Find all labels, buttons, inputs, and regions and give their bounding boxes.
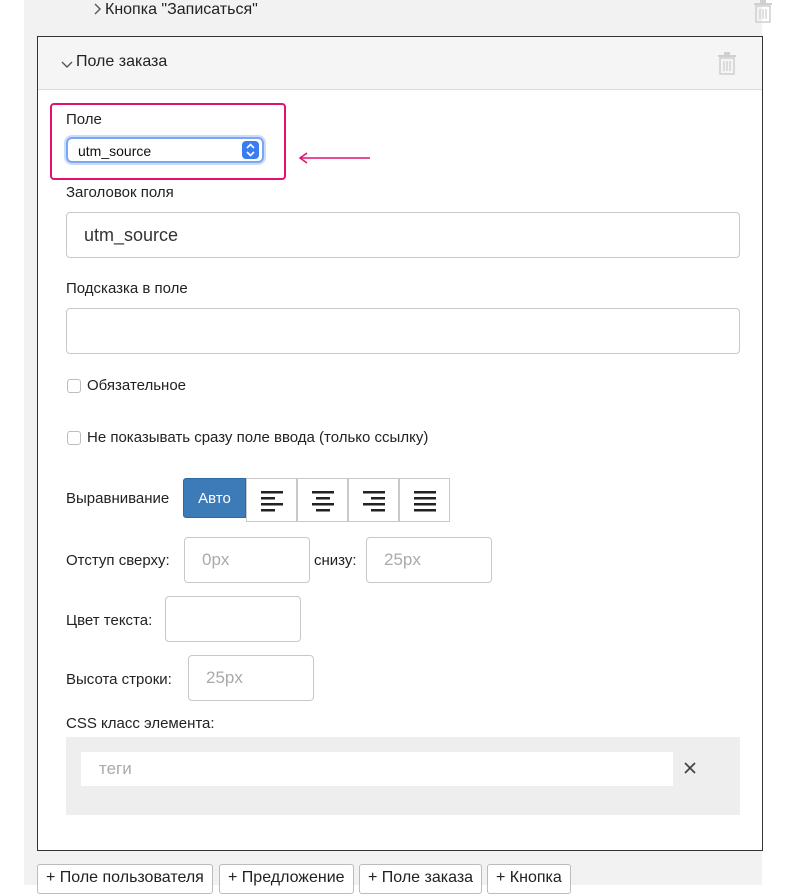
panel-title: Поле заказа: [76, 53, 168, 70]
add-user-field-button[interactable]: + Поле пользователя: [37, 864, 213, 894]
css-class-tags-input[interactable]: теги: [81, 752, 673, 786]
tags-placeholder: теги: [99, 759, 132, 778]
line-height-placeholder: 25px: [206, 668, 243, 687]
align-auto-button[interactable]: Авто: [183, 478, 246, 518]
hide-input-checkbox[interactable]: [67, 431, 81, 445]
order-field-panel: Поле заказа Поле utm_source Заголовок по…: [37, 36, 763, 851]
alignment-label: Выравнивание: [66, 490, 170, 507]
margin-top-input[interactable]: 0px: [184, 537, 310, 583]
add-button-button[interactable]: + Кнопка: [487, 864, 571, 894]
panel-header[interactable]: Поле заказа: [38, 37, 762, 90]
field-select-value: utm_source: [78, 143, 152, 159]
trash-icon[interactable]: [717, 52, 737, 81]
required-label: Обязательное: [87, 377, 187, 394]
required-checkbox[interactable]: [67, 379, 81, 393]
css-class-label: CSS класс элемента:: [66, 715, 215, 732]
text-color-input[interactable]: [165, 596, 301, 642]
margin-bottom-input[interactable]: 25px: [366, 537, 492, 583]
collapsed-section-title: Кнопка "Записаться": [105, 1, 258, 18]
align-justify-icon: [414, 490, 438, 517]
pointer-arrow-icon: [298, 151, 372, 169]
align-left-icon: [261, 490, 285, 517]
line-height-input[interactable]: 25px: [188, 655, 314, 701]
margin-bottom-label: снизу:: [314, 552, 357, 569]
css-class-tags-box: теги: [66, 737, 740, 815]
field-title-value: utm_source: [84, 225, 179, 245]
align-center-icon: [312, 490, 336, 517]
collapsed-section-header[interactable]: Кнопка "Записаться": [37, 0, 772, 37]
margin-top-placeholder: 0px: [202, 550, 230, 569]
align-justify-button[interactable]: [399, 478, 450, 522]
add-order-field-button[interactable]: + Поле заказа: [359, 864, 483, 894]
hide-input-label: Не показывать сразу поле ввода (только с…: [87, 429, 429, 446]
align-right-icon: [363, 490, 387, 517]
align-right-button[interactable]: [348, 478, 399, 522]
chevron-right-icon[interactable]: [93, 2, 103, 21]
margin-bottom-placeholder: 25px: [384, 550, 421, 569]
text-color-label: Цвет текста:: [66, 612, 153, 629]
add-offer-button[interactable]: + Предложение: [219, 864, 354, 894]
align-center-button[interactable]: [297, 478, 348, 522]
field-title-label: Заголовок поля: [66, 184, 174, 201]
field-title-input[interactable]: utm_source: [66, 212, 740, 258]
field-hint-label: Подсказка в поле: [66, 280, 188, 297]
align-left-button[interactable]: [246, 478, 297, 522]
select-arrows-icon: [242, 141, 259, 159]
field-label: Поле: [66, 111, 102, 128]
field-select[interactable]: utm_source: [66, 137, 264, 163]
close-icon[interactable]: [683, 761, 697, 780]
line-height-label: Высота строки:: [66, 671, 172, 688]
chevron-down-icon[interactable]: [60, 57, 74, 75]
trash-icon[interactable]: [753, 0, 773, 29]
margin-top-label: Отступ сверху:: [66, 552, 170, 569]
field-hint-input[interactable]: [66, 308, 740, 354]
